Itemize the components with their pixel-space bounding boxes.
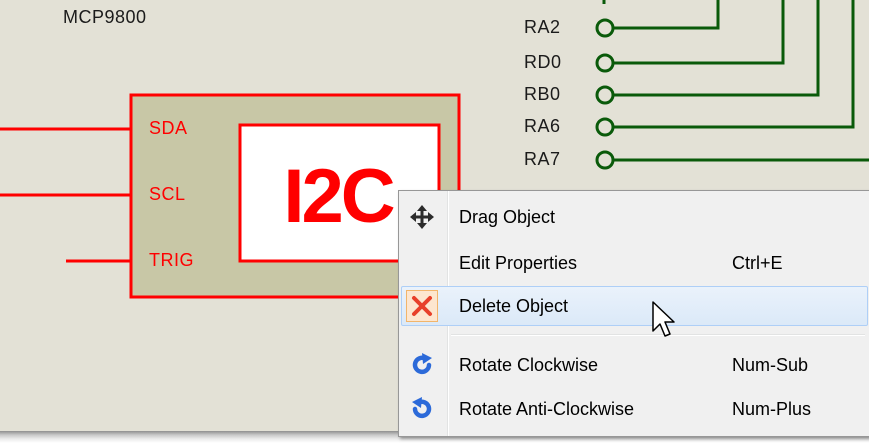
port-label-ra6: RA6 <box>524 116 561 136</box>
wire-rd0 <box>614 0 785 65</box>
menu-item-drag-object[interactable]: Drag Object <box>401 197 868 237</box>
port-label-rb0: RB0 <box>524 84 561 104</box>
menu-item-delete-object[interactable]: Delete Object <box>401 286 868 326</box>
port-label-rd0: RD0 <box>524 52 562 72</box>
wire-ra2 <box>614 0 720 30</box>
terminal-ra6 <box>595 117 615 137</box>
pin-sda-label: SDA <box>149 118 188 138</box>
wire-rb0 <box>614 0 820 97</box>
schematic-canvas[interactable]: MCP9800 SDA SCL TRIG I2C RA2 RD0 RB0 RA6… <box>0 0 869 443</box>
delete-x-icon <box>401 286 443 326</box>
port-label-ra7: RA7 <box>524 149 561 169</box>
menu-item-rotate-clockwise[interactable]: Rotate Clockwise Num-Sub <box>401 345 868 385</box>
pin-trig-label: TRIG <box>149 250 194 270</box>
terminal-rb0 <box>595 85 615 105</box>
menu-item-shortcut: Num-Plus <box>732 399 812 419</box>
chip-name-label: MCP9800 <box>63 7 147 27</box>
terminal-rd0 <box>595 53 615 73</box>
rotate-clockwise-icon <box>401 345 443 385</box>
menu-item-label: Rotate Clockwise <box>459 355 599 375</box>
rotate-anticlockwise-icon <box>401 389 443 429</box>
terminal-ra2 <box>595 18 615 38</box>
menu-item-label: Drag Object <box>459 207 556 227</box>
menu-item-label: Edit Properties <box>459 253 578 273</box>
port-label-ra2: RA2 <box>524 17 561 37</box>
mouse-cursor-icon <box>652 301 678 346</box>
pin-scl-label: SCL <box>149 184 186 204</box>
context-menu: Drag Object Edit Properties Ctrl+E Delet… <box>398 190 869 437</box>
move-arrows-icon <box>401 197 443 237</box>
menu-item-label: Rotate Anti-Clockwise <box>459 399 635 419</box>
blank-icon-slot <box>401 243 443 283</box>
menu-item-label: Delete Object <box>459 296 569 316</box>
menu-item-rotate-anticlockwise[interactable]: Rotate Anti-Clockwise Num-Plus <box>401 389 868 429</box>
menu-item-shortcut: Ctrl+E <box>732 253 783 273</box>
menu-item-shortcut: Num-Sub <box>732 355 809 375</box>
menu-item-edit-properties[interactable]: Edit Properties Ctrl+E <box>401 243 868 283</box>
terminal-ra7 <box>595 150 615 170</box>
